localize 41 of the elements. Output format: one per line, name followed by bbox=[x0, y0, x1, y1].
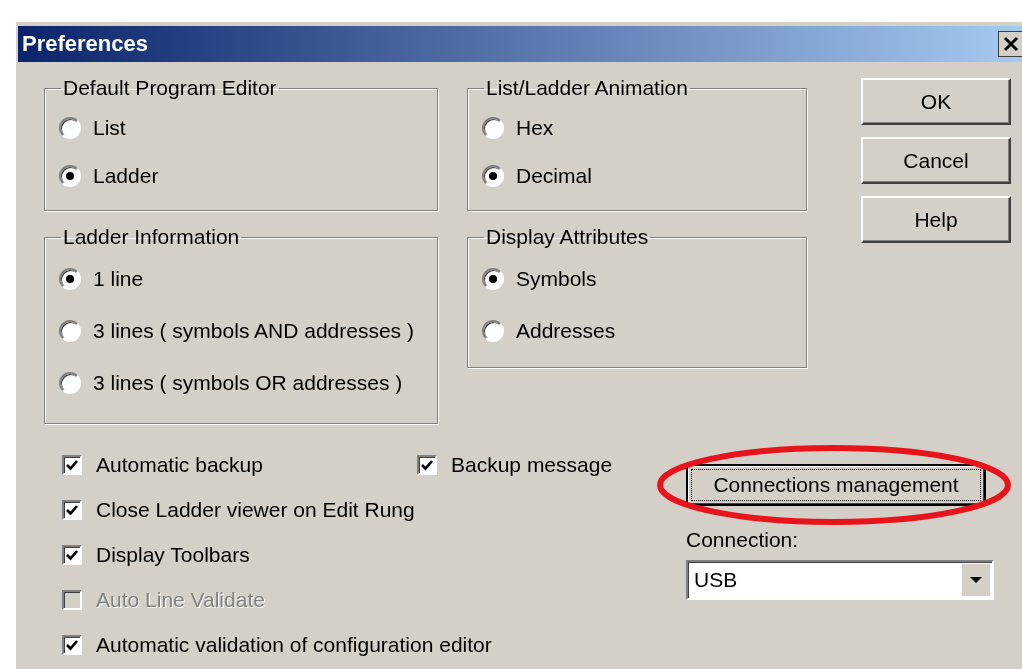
window-title: Preferences bbox=[22, 31, 148, 57]
group-title: Display Attributes bbox=[485, 225, 650, 249]
checkbox[interactable] bbox=[62, 544, 82, 565]
radio-label: 1 line bbox=[93, 267, 144, 291]
checkbox[interactable] bbox=[62, 454, 82, 475]
dialog-button[interactable]: OK bbox=[861, 78, 1011, 125]
radio-label: Decimal bbox=[516, 164, 592, 188]
checkbox-label: Automatic validation of configuration editor bbox=[96, 632, 492, 657]
radio-label: Symbols bbox=[516, 267, 597, 291]
radio-button[interactable] bbox=[59, 117, 81, 139]
radio-label: 3 lines ( symbols AND addresses ) bbox=[93, 319, 414, 343]
radio-button[interactable] bbox=[59, 165, 81, 187]
radio-label: Addresses bbox=[516, 319, 616, 343]
checkbox-label: Auto Line Validate bbox=[96, 587, 265, 612]
dialog-button[interactable]: Cancel bbox=[861, 137, 1011, 184]
checkbox-label: Backup message bbox=[451, 452, 613, 477]
checkbox[interactable] bbox=[417, 454, 437, 475]
group-title: List/Ladder Animation bbox=[485, 76, 689, 100]
close-icon[interactable] bbox=[998, 31, 1022, 57]
checkbox-label: Automatic backup bbox=[96, 452, 263, 477]
checkbox[interactable] bbox=[62, 634, 82, 655]
radio-label: 3 lines ( symbols OR addresses ) bbox=[93, 371, 403, 395]
radio-label: List bbox=[93, 116, 126, 140]
checkbox-label: Close Ladder viewer on Edit Rung bbox=[96, 497, 415, 522]
connections-button[interactable]: Connections management bbox=[686, 464, 986, 506]
radio-button[interactable] bbox=[59, 320, 81, 342]
checkbox[interactable] bbox=[62, 499, 82, 520]
radio-label: Ladder bbox=[93, 164, 159, 188]
radio-button[interactable] bbox=[482, 268, 504, 290]
radio-button[interactable] bbox=[482, 165, 504, 187]
group-title: Default Program Editor bbox=[62, 76, 278, 100]
radio-label: Hex bbox=[516, 116, 554, 140]
radio-button[interactable] bbox=[59, 372, 81, 394]
dialog-button[interactable]: Help bbox=[861, 196, 1011, 243]
connection-dropdown[interactable]: USB bbox=[686, 560, 994, 600]
radio-button[interactable] bbox=[482, 320, 504, 342]
radio-button[interactable] bbox=[482, 117, 504, 139]
connection-label: Connection: bbox=[686, 528, 800, 552]
radio-button[interactable] bbox=[59, 268, 81, 290]
checkbox-label: Display Toolbars bbox=[96, 542, 250, 567]
group-title: Ladder Information bbox=[62, 225, 241, 249]
